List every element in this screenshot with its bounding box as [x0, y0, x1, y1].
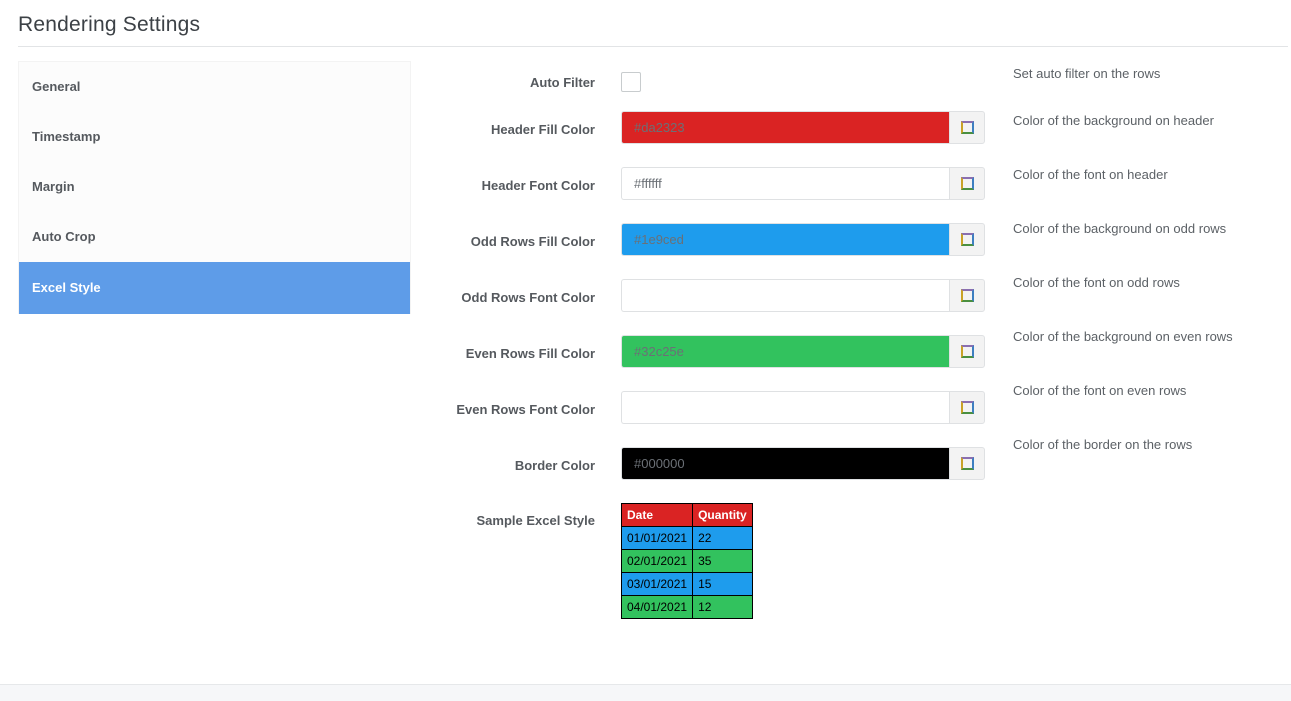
- label-border-color: Border Color: [0, 458, 595, 473]
- label-auto-filter: Auto Filter: [0, 75, 595, 90]
- color-input-group-header-font-color: [621, 167, 985, 200]
- help-text-auto-filter: Set auto filter on the rows: [1013, 66, 1291, 113]
- color-picker-button-even-rows-font-color[interactable]: [949, 391, 985, 424]
- control-header-fill-color: [621, 111, 985, 144]
- label-even-rows-font-color: Even Rows Font Color: [0, 402, 595, 417]
- input-header-font-color[interactable]: [621, 167, 949, 200]
- table-cell-date: 02/01/2021: [622, 550, 693, 573]
- footer-band: [0, 685, 1291, 701]
- control-even-rows-fill-color: [621, 335, 985, 368]
- input-even-rows-font-color[interactable]: [621, 391, 949, 424]
- table-row: 04/01/202112: [622, 596, 753, 619]
- control-border-color: [621, 447, 985, 480]
- table-cell-date: 04/01/2021: [622, 596, 693, 619]
- table-row: 02/01/202135: [622, 550, 753, 573]
- color-swatch-icon: [961, 457, 974, 470]
- table-header-cell: Date: [622, 504, 693, 527]
- table-cell-quantity: 22: [693, 527, 753, 550]
- color-swatch-icon: [961, 345, 974, 358]
- label-even-rows-fill-color: Even Rows Fill Color: [0, 346, 595, 361]
- input-header-fill-color[interactable]: [621, 111, 949, 144]
- help-text-column: Set auto filter on the rowsColor of the …: [1013, 66, 1291, 491]
- color-swatch-icon: [961, 121, 974, 134]
- title-divider: [18, 46, 1288, 47]
- color-picker-button-header-fill-color[interactable]: [949, 111, 985, 144]
- color-picker-button-even-rows-fill-color[interactable]: [949, 335, 985, 368]
- control-sample-excel-style: DateQuantity01/01/20212202/01/20213503/0…: [621, 503, 753, 619]
- label-header-font-color: Header Font Color: [0, 178, 595, 193]
- help-text-even-rows-fill-color: Color of the background on even rows: [1013, 329, 1291, 383]
- help-text-odd-rows-font-color: Color of the font on odd rows: [1013, 275, 1291, 329]
- table-header-cell: Quantity: [693, 504, 753, 527]
- label-odd-rows-fill-color: Odd Rows Fill Color: [0, 234, 595, 249]
- color-input-group-odd-rows-font-color: [621, 279, 985, 312]
- control-odd-rows-fill-color: [621, 223, 985, 256]
- sample-excel-style-table: DateQuantity01/01/20212202/01/20213503/0…: [621, 503, 753, 619]
- input-odd-rows-font-color[interactable]: [621, 279, 949, 312]
- table-cell-quantity: 12: [693, 596, 753, 619]
- label-sample-excel-style: Sample Excel Style: [0, 513, 595, 528]
- control-odd-rows-font-color: [621, 279, 985, 312]
- color-input-group-header-fill-color: [621, 111, 985, 144]
- input-border-color[interactable]: [621, 447, 949, 480]
- color-swatch-icon: [961, 289, 974, 302]
- help-text-even-rows-font-color: Color of the font on even rows: [1013, 383, 1291, 437]
- control-even-rows-font-color: [621, 391, 985, 424]
- color-swatch-icon: [961, 177, 974, 190]
- color-picker-button-header-font-color[interactable]: [949, 167, 985, 200]
- color-input-group-even-rows-font-color: [621, 391, 985, 424]
- table-cell-date: 01/01/2021: [622, 527, 693, 550]
- control-header-font-color: [621, 167, 985, 200]
- input-odd-rows-fill-color[interactable]: [621, 223, 949, 256]
- color-swatch-icon: [961, 401, 974, 414]
- color-input-group-even-rows-fill-color: [621, 335, 985, 368]
- color-input-group-border-color: [621, 447, 985, 480]
- help-text-odd-rows-fill-color: Color of the background on odd rows: [1013, 221, 1291, 275]
- input-even-rows-fill-color[interactable]: [621, 335, 949, 368]
- form-row-sample-excel-style: Sample Excel Style DateQuantity01/01/2021…: [0, 503, 1291, 653]
- help-text-border-color: Color of the border on the rows: [1013, 437, 1291, 491]
- label-header-fill-color: Header Fill Color: [0, 122, 595, 137]
- table-cell-quantity: 35: [693, 550, 753, 573]
- color-swatch-icon: [961, 233, 974, 246]
- table-cell-quantity: 15: [693, 573, 753, 596]
- color-input-group-odd-rows-fill-color: [621, 223, 985, 256]
- help-text-header-fill-color: Color of the background on header: [1013, 113, 1291, 167]
- checkbox-auto-filter[interactable]: [621, 72, 641, 92]
- page-title: Rendering Settings: [18, 13, 200, 37]
- color-picker-button-odd-rows-font-color[interactable]: [949, 279, 985, 312]
- label-odd-rows-font-color: Odd Rows Font Color: [0, 290, 595, 305]
- color-picker-button-odd-rows-fill-color[interactable]: [949, 223, 985, 256]
- control-auto-filter: [621, 72, 641, 92]
- color-picker-button-border-color[interactable]: [949, 447, 985, 480]
- table-row: 03/01/202115: [622, 573, 753, 596]
- table-cell-date: 03/01/2021: [622, 573, 693, 596]
- help-text-header-font-color: Color of the font on header: [1013, 167, 1291, 221]
- table-row: 01/01/202122: [622, 527, 753, 550]
- table-header-row: DateQuantity: [622, 504, 753, 527]
